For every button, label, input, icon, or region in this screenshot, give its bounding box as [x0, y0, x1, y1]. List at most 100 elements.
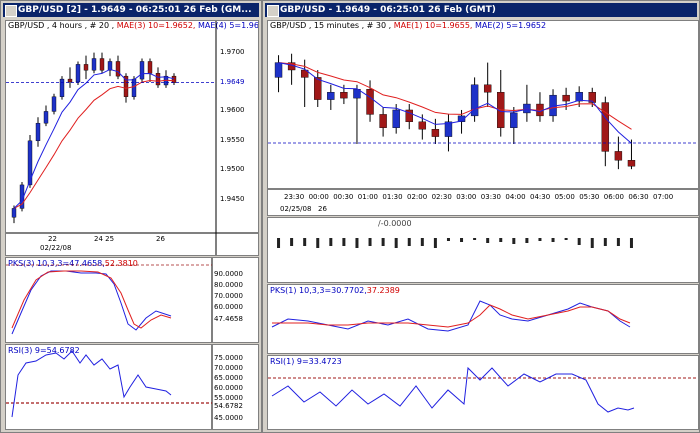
right-time-tick: 06:00 — [603, 193, 624, 201]
left-pks-pane[interactable]: PKS(3) 10,3,3=47.4658,52.3810 90.0000 80… — [5, 257, 259, 343]
right-pks-red-line — [272, 304, 631, 328]
right-pks-chart — [271, 300, 631, 332]
right-rsi-chart — [268, 366, 698, 413]
right-time-tick: 23:30 — [284, 193, 305, 201]
right-pks-pane[interactable]: PKS(1) 10,3,3=30.7702,37.2389 — [267, 284, 699, 354]
right-time-tick: 02:00 — [407, 193, 428, 201]
volume-bar — [277, 238, 281, 248]
bearish-candle — [83, 64, 89, 71]
bullish-candle — [43, 111, 49, 124]
volume-bar — [446, 238, 450, 241]
volume-bar — [551, 238, 555, 242]
right-price-pane[interactable]: GBP/USD , 15 minutes , # 30 , MAE(1) 10=… — [267, 20, 699, 216]
volume-bar — [420, 238, 424, 246]
left-x-tick-24-25: 24 25 — [94, 235, 115, 243]
right-date-day: 26 — [318, 205, 327, 213]
volume-bar — [486, 238, 490, 243]
left-pks-tick-60: 60.0000 — [214, 303, 243, 311]
bullish-candle — [75, 64, 81, 83]
bearish-candle — [627, 160, 636, 167]
left-last-price-value: 1.9649 — [220, 77, 245, 86]
right-date-label: 02/25/08 — [280, 205, 312, 213]
bearish-candle — [314, 77, 322, 100]
right-time-tick: 05:00 — [554, 193, 575, 201]
left-pks-tick-70: 70.0000 — [214, 292, 243, 300]
volume-bar — [590, 238, 594, 248]
left-price-tick: 1.9700 — [220, 47, 245, 56]
left-chart-window[interactable]: GBP/USD [2] - 1.9649 - 06:25:01 26 Feb (… — [0, 0, 262, 433]
bearish-candle — [340, 91, 348, 99]
right-time-tick: 01:00 — [357, 193, 378, 201]
right-time-tick: 00:30 — [333, 193, 354, 201]
right-time-tick: 06:30 — [628, 193, 649, 201]
bullish-candle — [35, 122, 41, 142]
left-price-tick: 1.9500 — [220, 165, 245, 174]
right-window-titlebar[interactable]: GBP/USD - 1.9649 - 06:25:01 26 Feb (GMT) — [265, 3, 697, 17]
right-rsi-pane[interactable]: RSI(1) 9=33.4723 — [267, 355, 699, 430]
volume-bar — [525, 238, 529, 243]
bearish-candle — [418, 121, 427, 130]
bearish-candle — [155, 73, 161, 86]
bearish-candle — [431, 128, 440, 137]
right-chart-window[interactable]: GBP/USD - 1.9649 - 06:25:01 26 Feb (GMT)… — [262, 0, 700, 433]
left-rsi-pane[interactable]: RSI(3) 9=54.6782 75.0000 70.0000 65.0000… — [5, 344, 259, 430]
bearish-candle — [366, 89, 374, 115]
left-price-tick: 1.9450 — [220, 194, 245, 203]
left-price-pane[interactable]: GBP/USD , 4 hours , # 20 , MAE(3) 10=1.9… — [5, 20, 259, 256]
volume-bar — [329, 238, 333, 246]
volume-bar — [499, 238, 503, 242]
bullish-candle — [523, 103, 531, 114]
right-volume-chart — [277, 238, 633, 248]
bullish-candle — [51, 96, 57, 112]
volume-bar — [629, 238, 633, 248]
bullish-candle — [59, 78, 65, 97]
right-time-tick: 04:00 — [505, 193, 526, 201]
left-rsi-tick-60: 60.0000 — [214, 384, 243, 392]
bearish-candle — [115, 61, 121, 77]
left-rsi-tick-70: 70.0000 — [214, 364, 243, 372]
volume-bar — [616, 238, 620, 246]
right-time-tick: 02:30 — [431, 193, 452, 201]
left-window-title: GBP/USD [2] - 1.9649 - 06:25:01 26 Feb (… — [18, 5, 252, 15]
volume-bar — [355, 238, 359, 248]
bearish-candle — [171, 75, 177, 83]
volume-bar — [368, 238, 372, 246]
right-time-tick: 00:00 — [308, 193, 329, 201]
left-date-label: 02/22/08 — [40, 244, 72, 252]
volume-bar — [603, 238, 607, 246]
bullish-candle — [139, 61, 145, 80]
right-time-tick: 05:30 — [579, 193, 600, 201]
right-time-tick: 07:00 — [653, 193, 674, 201]
left-rsi-tick-75: 75.0000 — [214, 354, 243, 362]
bearish-candle — [483, 84, 492, 93]
right-time-tick: 03:00 — [456, 193, 477, 201]
left-rsi-tick-65: 65.0000 — [214, 374, 243, 382]
right-volume-pane[interactable]: /-0.0000 — [267, 217, 699, 283]
volume-bar — [381, 238, 385, 246]
right-time-tick: 04:30 — [530, 193, 551, 201]
volume-bar — [394, 238, 398, 248]
right-rsi-line — [271, 366, 635, 413]
right-time-tick: 01:30 — [382, 193, 403, 201]
bullish-candle — [131, 78, 137, 97]
bullish-candle — [91, 58, 97, 71]
right-window-title: GBP/USD - 1.9649 - 06:25:01 26 Feb (GMT) — [280, 5, 496, 15]
left-rsi-tick-55: 55.0000 — [214, 394, 243, 402]
bearish-candle — [379, 114, 387, 128]
left-pks-red-line — [11, 270, 172, 329]
volume-bar — [433, 238, 437, 248]
left-price-tick: 1.9600 — [220, 106, 245, 115]
bullish-candle — [327, 91, 335, 100]
bullish-candle — [575, 91, 583, 102]
left-rsi-tick-45: 45.0000 — [214, 414, 243, 422]
left-window-titlebar[interactable]: GBP/USD [2] - 1.9649 - 06:25:01 26 Feb (… — [3, 3, 259, 17]
bullish-candle — [510, 112, 518, 128]
volume-bar — [460, 238, 464, 242]
bullish-candle — [392, 109, 400, 128]
volume-bar — [564, 238, 568, 240]
bearish-candle — [614, 151, 623, 161]
left-pks-tick-80: 80.0000 — [214, 281, 243, 289]
bearish-candle — [562, 94, 570, 102]
volume-bar — [538, 238, 542, 241]
left-x-tick-26: 26 — [156, 235, 165, 243]
